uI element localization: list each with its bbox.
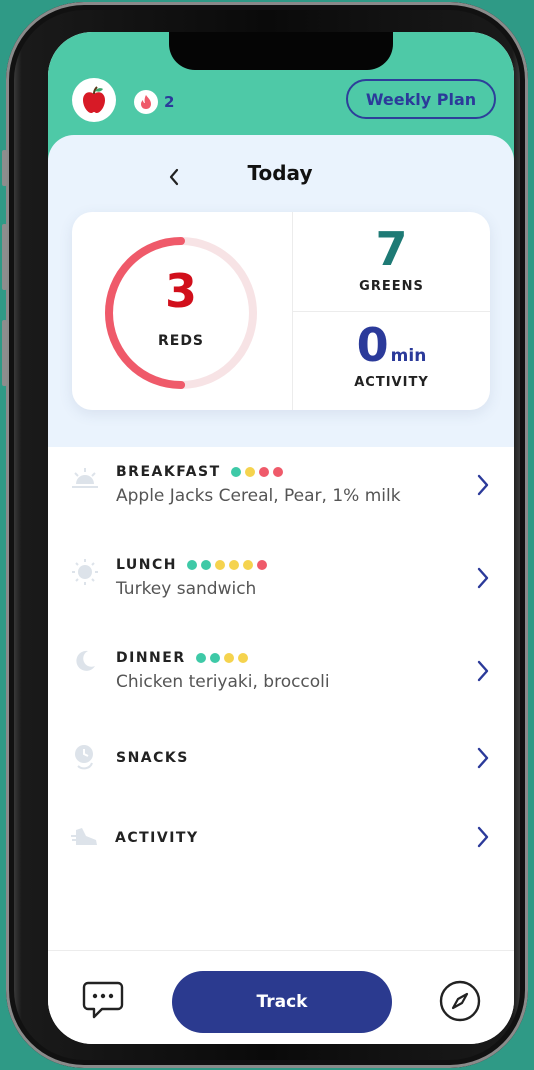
track-button[interactable]: Track [172, 971, 392, 1033]
clock-icon [75, 745, 93, 770]
greens-label: GREENS [359, 279, 424, 294]
green-food-dot [195, 653, 206, 663]
green-food-dot [201, 560, 211, 570]
meal-name: LUNCH [116, 557, 267, 573]
yellow-food-dot [243, 560, 253, 570]
meal-name-text: LUNCH [116, 557, 177, 573]
chevron-right-icon[interactable] [474, 565, 492, 591]
yellow-food-dot [237, 653, 248, 663]
apple-avatar[interactable] [72, 78, 116, 122]
chat-icon[interactable] [82, 979, 124, 1021]
chevron-right-icon[interactable] [474, 824, 492, 850]
app-screen: 2 Weekly Plan Today 3 REDS 7 GREENS 0 mi… [48, 32, 514, 1044]
phone-notch [169, 32, 393, 70]
compass-icon[interactable] [438, 979, 482, 1023]
sunrise-icon [72, 468, 98, 488]
apple-icon [83, 86, 105, 113]
volume-down-button [2, 320, 7, 386]
meal-description: Chicken teriyaki, broccoli [116, 672, 330, 692]
flame-icon [134, 90, 158, 114]
chevron-right-icon[interactable] [474, 658, 492, 684]
weekly-plan-button[interactable]: Weekly Plan [346, 79, 496, 119]
red-food-dot [257, 560, 267, 570]
activity-value: 0 [356, 318, 389, 372]
yellow-food-dot [244, 467, 255, 477]
sun-icon [72, 559, 98, 585]
page-title: Today [247, 161, 313, 185]
activity-unit: min [390, 346, 427, 366]
phone-frame: 2 Weekly Plan Today 3 REDS 7 GREENS 0 mi… [2, 2, 528, 1068]
greens-count: 7 [375, 222, 408, 276]
meal-name: BREAKFAST [116, 464, 283, 480]
volume-up-button [2, 224, 7, 290]
divider [293, 311, 490, 312]
reds-label: REDS [157, 333, 205, 349]
activity-minutes: 0 min [293, 322, 490, 368]
yellow-food-dot [223, 653, 234, 663]
streak-counter: 2 [134, 90, 174, 114]
green-food-dot [187, 560, 197, 570]
meal-name-text: BREAKFAST [116, 464, 221, 480]
food-dots [195, 653, 248, 663]
meal-row-dinner[interactable]: DINNER Chicken teriyaki, broccoli [48, 638, 514, 718]
bottom-nav: Track [48, 950, 514, 1044]
chevron-right-icon[interactable] [474, 472, 492, 498]
sneaker-icon [71, 828, 97, 845]
streak-count: 2 [164, 93, 175, 111]
chevron-right-icon[interactable] [474, 745, 492, 771]
moon-icon [76, 650, 95, 671]
summary-panel: Today 3 REDS 7 GREENS 0 min ACTIVITY [48, 135, 514, 447]
food-dots [187, 560, 267, 570]
meal-name-text: DINNER [116, 650, 186, 666]
mute-switch [2, 150, 7, 186]
red-food-dot [272, 467, 283, 477]
meal-name: DINNER [116, 650, 248, 666]
yellow-food-dot [229, 560, 239, 570]
meal-name: ACTIVITY [115, 830, 199, 846]
reds-count: 3 [164, 264, 197, 318]
green-food-dot [209, 653, 220, 663]
meal-row-lunch[interactable]: LUNCH Turkey sandwich [48, 545, 514, 625]
meal-row-breakfast[interactable]: BREAKFAST Apple Jacks Cereal, Pear, 1% m… [48, 452, 514, 532]
back-chevron-icon[interactable] [164, 165, 184, 189]
green-food-dot [230, 467, 241, 477]
summary-card: 3 REDS 7 GREENS 0 min ACTIVITY [72, 212, 490, 410]
meal-row-activity[interactable]: ACTIVITY [48, 812, 514, 892]
red-food-dot [258, 467, 269, 477]
meal-description: Turkey sandwich [116, 579, 257, 599]
food-dots [230, 467, 283, 477]
meal-name: SNACKS [116, 750, 189, 766]
activity-label: ACTIVITY [354, 375, 429, 390]
meal-row-snacks[interactable]: SNACKS [48, 732, 514, 812]
yellow-food-dot [215, 560, 225, 570]
meal-description: Apple Jacks Cereal, Pear, 1% milk [116, 486, 401, 506]
